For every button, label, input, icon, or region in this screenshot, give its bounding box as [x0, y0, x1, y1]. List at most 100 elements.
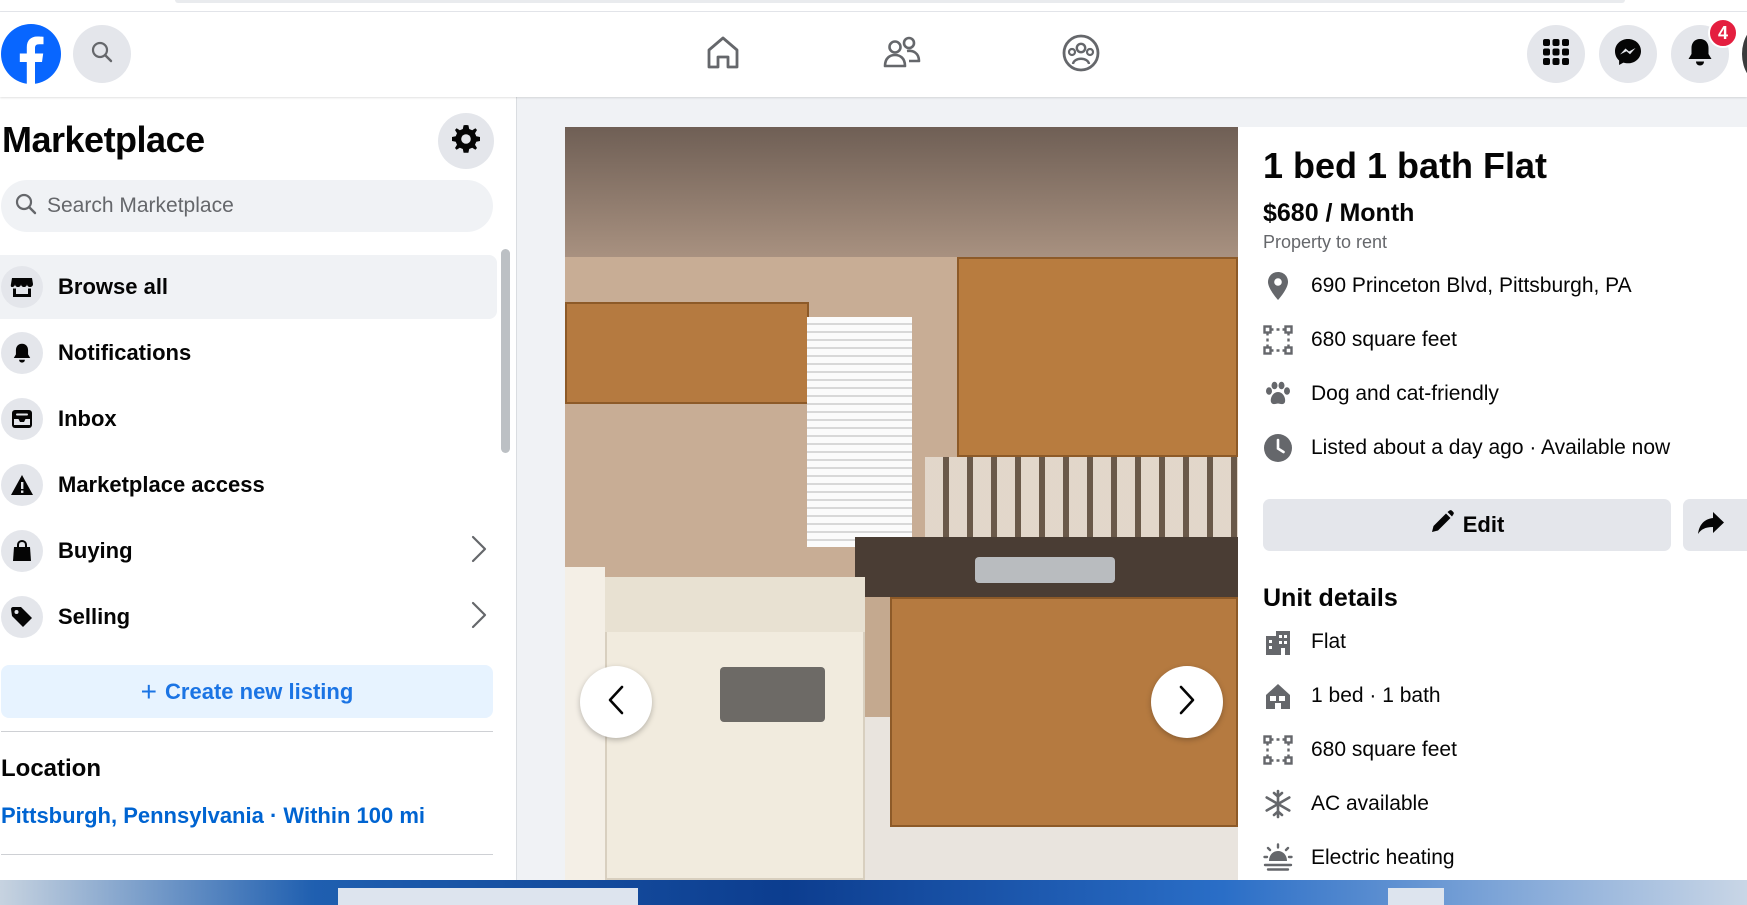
- address-bar-edge: [175, 0, 1625, 3]
- previous-photo-button[interactable]: [580, 666, 652, 738]
- taskbar-item[interactable]: [338, 888, 638, 905]
- edit-listing-button[interactable]: Edit: [1263, 499, 1671, 551]
- sidebar-item-label: Buying: [58, 538, 133, 563]
- search-button[interactable]: [73, 25, 131, 83]
- building-icon: [1263, 627, 1293, 657]
- messenger-icon: [1613, 37, 1643, 72]
- share-button[interactable]: [1683, 499, 1747, 551]
- taskbar-item[interactable]: [1388, 888, 1444, 905]
- shopping-bag-icon: [1, 530, 43, 572]
- heating-icon: [1263, 843, 1293, 873]
- bell-icon: [1686, 37, 1714, 72]
- os-taskbar: [0, 880, 1747, 905]
- settings-button[interactable]: [438, 113, 494, 169]
- fact-text: Listed about a day ago · Available now: [1311, 436, 1671, 459]
- unit-detail-text: AC available: [1311, 792, 1429, 815]
- chevron-right-icon: [471, 601, 487, 634]
- photo-backsplash: [925, 457, 1238, 537]
- location-link[interactable]: Pittsburgh, Pennsylvania · Within 100 mi: [1, 803, 425, 829]
- menu-grid-icon: [1542, 38, 1570, 71]
- snowflake-icon: [1263, 789, 1293, 819]
- listing-fact-area: 680 square feet: [1263, 323, 1457, 357]
- area-icon: [1263, 325, 1293, 355]
- inbox-icon: [1, 398, 43, 440]
- area-icon: [1263, 735, 1293, 765]
- house-icon: [1263, 681, 1293, 711]
- listing-details-panel: 1 bed 1 bath Flat $680 / Month Property …: [1238, 127, 1747, 880]
- facebook-logo[interactable]: [1, 24, 61, 84]
- sidebar-item-label: Inbox: [58, 406, 117, 431]
- sidebar-item-inbox[interactable]: Inbox: [0, 387, 497, 451]
- next-photo-button[interactable]: [1151, 666, 1223, 738]
- unit-detail-area: 680 square feet: [1263, 733, 1457, 767]
- sidebar-item-label: Notifications: [58, 340, 192, 365]
- notification-count-badge: 4: [1708, 18, 1738, 48]
- sidebar-item-label: Selling: [58, 604, 131, 629]
- listing-category: Property to rent: [1263, 232, 1388, 252]
- top-navigation-bar: 4: [0, 12, 1747, 97]
- photo-upper-cabinet-left: [565, 302, 809, 404]
- share-arrow-icon: [1697, 511, 1725, 540]
- unit-detail-type: Flat: [1263, 625, 1346, 659]
- nav-groups[interactable]: [1058, 32, 1104, 78]
- search-icon: [15, 193, 37, 220]
- pencil-icon: [1430, 510, 1463, 540]
- photo-oven-window: [720, 667, 825, 722]
- listing-fact-listed: Listed about a day ago · Available now: [1263, 431, 1670, 465]
- unit-detail-text: Electric heating: [1311, 846, 1455, 869]
- avatar[interactable]: [1742, 25, 1747, 83]
- fact-text: 690 Princeton Blvd, Pittsburgh, PA: [1311, 274, 1632, 297]
- clock-icon: [1263, 433, 1293, 463]
- warning-icon: [1, 464, 43, 506]
- search-icon: [91, 41, 113, 68]
- photo-sink: [975, 557, 1115, 583]
- sidebar-item-notifications[interactable]: Notifications: [0, 321, 497, 385]
- listing-price: $680 / Month: [1263, 199, 1415, 227]
- nav-friends[interactable]: [879, 32, 925, 78]
- unit-detail-text: 680 square feet: [1311, 738, 1457, 761]
- sidebar-item-browse-all[interactable]: Browse all: [0, 255, 497, 319]
- fact-text: 680 square feet: [1311, 328, 1457, 351]
- sidebar-item-label: Browse all: [58, 274, 169, 299]
- sidebar-title: Marketplace: [2, 119, 205, 160]
- unit-detail-text: Flat: [1311, 630, 1347, 653]
- unit-detail-ac: AC available: [1263, 787, 1429, 821]
- divider: [1, 854, 493, 855]
- plus-icon: +: [140, 675, 158, 707]
- browser-top-strip: [0, 0, 1747, 12]
- chevron-right-icon: [471, 535, 487, 568]
- location-pin-icon: [1263, 271, 1293, 301]
- paw-icon: [1263, 379, 1293, 409]
- messenger-button[interactable]: [1599, 25, 1657, 83]
- marketplace-search-field[interactable]: [1, 180, 493, 232]
- listing-title: 1 bed 1 bath Flat: [1263, 145, 1548, 186]
- tag-icon: [1, 596, 43, 638]
- marketplace-search-input[interactable]: [47, 194, 467, 218]
- nav-home[interactable]: [700, 32, 746, 78]
- fact-text: Dog and cat-friendly: [1311, 382, 1499, 405]
- divider: [1, 731, 493, 732]
- sidebar-item-selling[interactable]: Selling: [0, 585, 497, 649]
- listing-fact-address[interactable]: 690 Princeton Blvd, Pittsburgh, PA: [1263, 269, 1632, 303]
- listing-photo[interactable]: [565, 127, 1238, 880]
- unit-details-heading: Unit details: [1263, 584, 1398, 612]
- listing-fact-pets: Dog and cat-friendly: [1263, 377, 1499, 411]
- photo-window-blind: [807, 317, 912, 547]
- sidebar-item-buying[interactable]: Buying: [0, 519, 497, 583]
- sidebar-item-marketplace-access[interactable]: Marketplace access: [0, 453, 497, 517]
- create-listing-label: Create new listing: [165, 678, 354, 704]
- unit-detail-text: 1 bed · 1 bath: [1311, 684, 1441, 707]
- gear-icon: [451, 124, 481, 159]
- sidebar-scrollbar[interactable]: [501, 249, 510, 453]
- home-icon: [704, 34, 742, 77]
- marketplace-sidebar: Marketplace Browse all Notifications Inb…: [0, 97, 517, 880]
- photo-stove-top: [605, 577, 865, 632]
- menu-button[interactable]: [1527, 25, 1585, 83]
- unit-detail-heating: Electric heating: [1263, 841, 1455, 875]
- storefront-icon: [1, 266, 43, 308]
- groups-icon: [1061, 33, 1101, 78]
- sidebar-item-label: Marketplace access: [58, 472, 265, 497]
- edit-label: Edit: [1462, 512, 1505, 537]
- unit-detail-rooms: 1 bed · 1 bath: [1263, 679, 1441, 713]
- create-new-listing-button[interactable]: + Create new listing: [1, 665, 493, 718]
